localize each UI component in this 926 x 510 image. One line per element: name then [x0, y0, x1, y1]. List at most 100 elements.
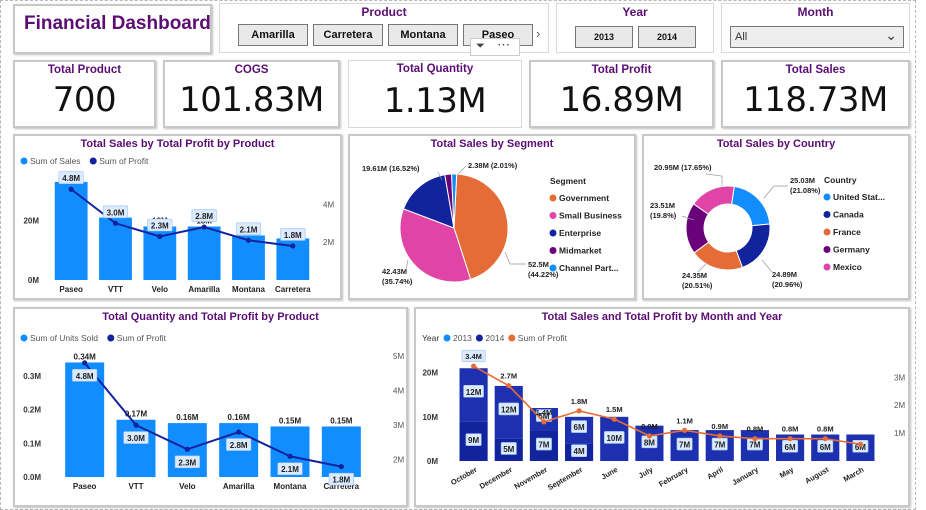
profit-point — [752, 436, 758, 442]
legend-label: Sum of Profit — [117, 333, 167, 343]
bar-2014-label: 7M — [679, 441, 690, 450]
profit-data-label: 2.3M — [178, 458, 196, 467]
legend-label: 2014 — [485, 333, 504, 343]
x-tick-label: January — [730, 465, 760, 488]
bar-data-label: 0.15M — [279, 416, 302, 425]
legend-label: France — [833, 227, 861, 237]
profit-data-label: 2.1M — [281, 465, 299, 474]
filter-icon[interactable]: ⏷ — [476, 40, 485, 53]
profit-data-label: 3.0M — [107, 208, 125, 217]
y-tick-label: 0.3M — [23, 372, 41, 381]
year-option-2014[interactable]: 2014 — [638, 26, 696, 48]
bar-2013-label: 5M — [503, 445, 514, 454]
profit-point — [112, 220, 119, 226]
y2-tick-label: 2M — [323, 238, 334, 247]
slice-data-label: 25.03M — [790, 176, 815, 185]
chart-card-sales-segment: Total Sales by Segment Segment Government… — [348, 134, 636, 300]
y-tick-label: 0.1M — [23, 439, 41, 448]
bar-data-label: 0.15M — [330, 416, 353, 425]
chevron-right-icon[interactable]: › — [536, 26, 540, 41]
legend-label: Sum of Units Sold — [30, 333, 98, 343]
profit-point — [506, 383, 512, 389]
legend-label: Sum of Sales — [30, 156, 81, 166]
month-dropdown[interactable]: All ⌄ — [730, 26, 904, 48]
legend-marker — [823, 228, 831, 236]
product-option-carretera[interactable]: Carretera — [313, 24, 383, 46]
year-option-2013[interactable]: 2013 — [575, 26, 633, 48]
x-tick-label: Paseo — [59, 285, 83, 294]
x-tick-label: November — [513, 465, 549, 491]
slice-data-label: 19.61M (16.52%) — [362, 164, 420, 173]
x-tick-label: May — [778, 465, 796, 481]
legend-title: Segment — [550, 176, 586, 186]
y2-tick-label: 1M — [894, 429, 905, 438]
profit-point — [541, 419, 547, 425]
profit-point — [236, 429, 242, 435]
x-tick-label: Carretera — [275, 285, 311, 294]
page-title: Financial Dashboard — [24, 13, 211, 34]
x-tick-label: August — [803, 465, 830, 486]
profit-point — [646, 433, 653, 439]
kpi-total-sales: Total Sales 118.73M — [721, 60, 910, 128]
profit-point — [470, 363, 477, 369]
kpi-label: COGS — [234, 64, 269, 76]
bar-2014-label: 6M — [785, 443, 796, 452]
kpi-label: Total Quantity — [396, 63, 474, 75]
profit-data-label: 1.8M — [571, 397, 588, 406]
legend-marker — [443, 334, 451, 342]
leader-line — [504, 251, 526, 265]
bar — [321, 426, 361, 477]
bar-2013-label: 4M — [574, 447, 585, 456]
profit-data-label: 1.8M — [332, 476, 350, 485]
chart-title: Total Sales by Country — [716, 138, 836, 150]
legend-marker — [823, 193, 831, 201]
legend-label: Government — [559, 193, 609, 203]
profit-point — [857, 441, 864, 447]
kpi-value: 700 — [52, 80, 117, 120]
bar-data-label: 0.34M — [74, 352, 97, 361]
kpi-value: 101.83M — [179, 80, 324, 120]
profit-point — [68, 186, 74, 192]
x-tick-label: October — [449, 465, 478, 487]
profit-data-label: 2.8M — [195, 212, 213, 221]
x-tick-label: VTT — [108, 285, 123, 294]
profit-point — [82, 360, 88, 366]
profit-data-label: 1.8M — [284, 231, 302, 240]
legend-label: Germany — [833, 245, 870, 255]
more-options-icon[interactable]: ⋯ — [497, 37, 510, 53]
legend-marker — [823, 263, 831, 271]
bar-data-label: 0.16M — [228, 413, 251, 422]
kpi-total-profit: Total Profit 16.89M — [529, 60, 714, 128]
year-slicer-title: Year — [622, 5, 648, 19]
title-card: Financial Dashboard — [13, 4, 212, 54]
bar-2013-label: 7M — [538, 441, 549, 450]
x-tick-label: March — [842, 465, 866, 484]
chart-card-sales-profit-month-year: Total Sales and Total Profit by Month an… — [414, 307, 910, 507]
profit-data-label: 0.9M — [641, 422, 658, 431]
y-tick-label: 0.0M — [23, 473, 41, 482]
chart-card-qty-profit-product: Total Quantity and Total Profit by Produ… — [13, 307, 408, 507]
qty-profit-product-chart: Sum of Units Sold Sum of Profit 0.0M 0.1M 0.… — [20, 333, 404, 491]
legend-marker — [549, 247, 557, 254]
kpi-cogs: COGS 101.83M — [163, 60, 340, 128]
x-tick-label: February — [657, 465, 690, 489]
x-tick-label: September — [546, 465, 584, 492]
profit-point — [338, 464, 344, 470]
legend-marker — [549, 229, 557, 237]
y2-tick-label: 2M — [894, 401, 905, 410]
slice-data-label: 24.35M — [682, 271, 707, 280]
product-option-amarilla[interactable]: Amarilla — [238, 24, 308, 46]
profit-data-label: 2.7M — [500, 372, 517, 381]
bar — [187, 226, 221, 280]
legend-label: Sum of Profit — [99, 156, 149, 166]
profit-data-label: 2.3M — [151, 222, 169, 231]
x-tick-label: June — [600, 465, 620, 482]
product-option-montana[interactable]: Montana — [388, 24, 458, 46]
chart-title: Total Quantity and Total Profit by Produ… — [102, 311, 319, 323]
profit-data-label: 2.1M — [240, 225, 258, 234]
bar-2014-label: 6M — [820, 443, 831, 452]
profit-point — [787, 436, 793, 442]
y2-tick-label: 4M — [393, 387, 404, 396]
slice-data-label: (44.22%) — [528, 270, 559, 279]
legend-marker — [508, 334, 516, 342]
